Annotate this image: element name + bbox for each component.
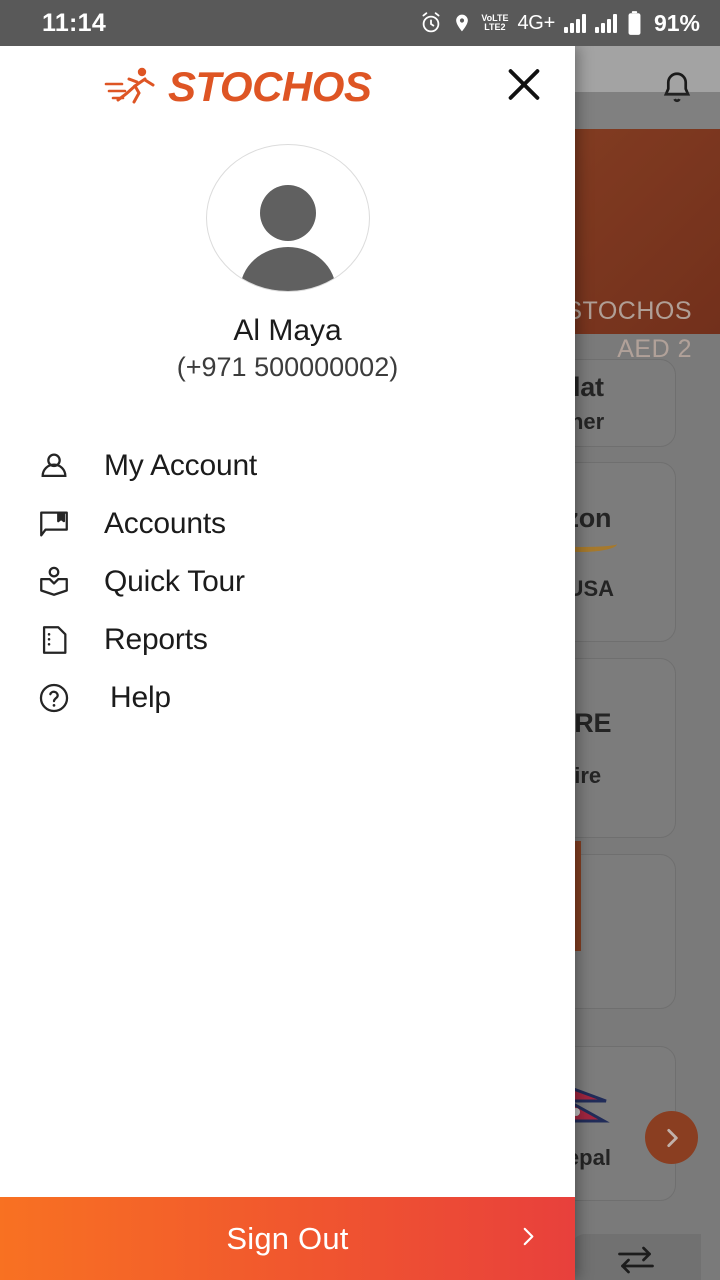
close-icon[interactable] [501,62,547,113]
status-bar-icons: VoLTE LTE2 4G+ 91% [419,10,700,37]
volte-icon: VoLTE LTE2 [481,14,508,32]
battery-percent-label: 91% [653,9,700,36]
menu-item-reports-label: Reports [104,623,208,656]
user-profile: Al Maya (+971 500000002) [0,144,575,383]
reading-book-icon [30,565,78,599]
menu-item-quick-tour-label: Quick Tour [104,565,245,598]
menu-item-accounts[interactable]: Accounts [0,495,575,553]
app-screen: o STOCHOS AED 2 alat cher azon n USA F|R… [0,0,720,1280]
drawer-header: STOCHOS [0,46,575,128]
chevron-right-icon [515,1219,541,1258]
location-pin-icon [452,11,472,35]
bookmark-flag-icon [30,507,78,541]
menu-item-reports[interactable]: Reports [0,611,575,669]
signal-bars-icon-2 [594,13,617,33]
avatar[interactable] [205,144,370,292]
document-icon [30,623,78,657]
sign-out-button[interactable]: Sign Out [0,1197,575,1280]
question-circle-icon [30,681,78,715]
status-bar-time: 11:14 [42,8,107,37]
user-name: Al Maya [233,314,342,347]
menu-item-help[interactable]: Help [0,669,575,727]
volte-line-2: LTE2 [484,22,506,32]
menu-item-accounts-label: Accounts [104,507,226,540]
network-type-label: 4G+ [517,11,555,34]
sign-out-label: Sign Out [226,1220,349,1256]
app-logo: STOCHOS [104,63,372,111]
battery-icon [626,10,643,36]
menu-item-quick-tour[interactable]: Quick Tour [0,553,575,611]
alarm-icon [419,11,443,35]
menu-item-help-label: Help [110,681,171,714]
menu-item-my-account[interactable]: My Account [0,437,575,495]
drawer-menu: My Account Accounts Quick Tour Reports H… [0,437,575,727]
person-icon [30,449,78,483]
app-logo-text: STOCHOS [168,63,372,110]
menu-item-my-account-label: My Account [104,449,258,482]
signal-bars-icon-1 [563,13,586,33]
user-phone: (+971 500000002) [176,352,399,382]
status-bar: 11:14 VoLTE LTE2 4G+ 91% [0,0,720,46]
running-man-icon [104,64,160,111]
navigation-drawer: STOCHOS Al Maya (+971 500000002) My Acco… [0,46,575,1280]
